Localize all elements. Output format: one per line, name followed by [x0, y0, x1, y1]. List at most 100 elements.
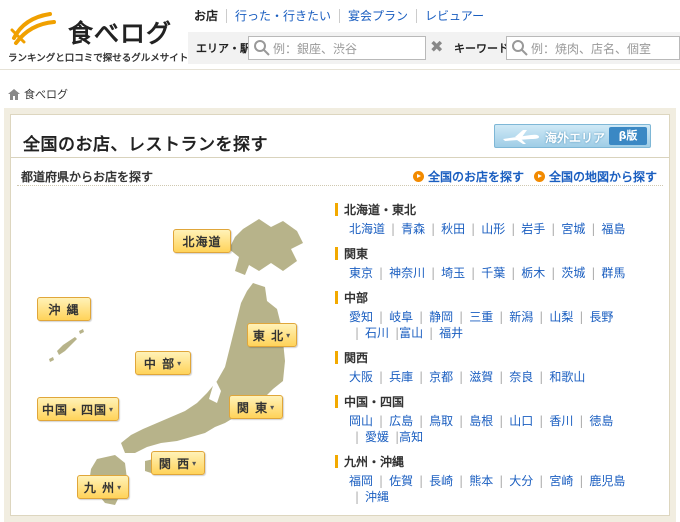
pref-link[interactable]: 沖縄: [349, 489, 389, 505]
page-title: 全国のお店、レストランを探す: [23, 135, 268, 155]
pref-link[interactable]: 奈良: [493, 369, 533, 385]
pref-link[interactable]: 福岡: [349, 473, 373, 489]
pref-link[interactable]: 東京: [349, 265, 373, 281]
pref-link[interactable]: 三重: [453, 309, 493, 325]
pref-link[interactable]: 富山: [399, 325, 423, 341]
nav-item-banquet[interactable]: 宴会プラン: [339, 9, 416, 23]
site-header: 食べログ ランキングと口コミで探せるグルメサイト お店 行った・行きたい 宴会プ…: [0, 0, 680, 70]
pref-link[interactable]: 香川: [533, 413, 573, 429]
prefecture-links: 大阪 兵庫 京都 滋賀 奈良 和歌山: [349, 369, 649, 385]
pref-link[interactable]: 大分: [493, 473, 533, 489]
pref-link[interactable]: 北海道: [349, 221, 385, 237]
pref-link[interactable]: 宮城: [545, 221, 585, 237]
prefecture-search-heading: 都道府県からお店を探す: [21, 170, 154, 184]
pref-link[interactable]: 宮崎: [533, 473, 573, 489]
prefecture-links: 福岡 佐賀 長崎 熊本 大分 宮崎 鹿児島 沖縄: [349, 473, 649, 505]
pref-link[interactable]: 京都: [413, 369, 453, 385]
national-map-link-label: 全国の地図から探す: [548, 170, 657, 184]
pref-link[interactable]: 鹿児島: [573, 473, 625, 489]
pref-link[interactable]: 秋田: [425, 221, 465, 237]
pref-link[interactable]: 栃木: [505, 265, 545, 281]
region-hokkaido-tohoku: 北海道・東北 北海道 青森 秋田 山形 岩手 宮城 福島: [335, 201, 655, 237]
top-nav: お店 行った・行きたい 宴会プラン レビュアー: [186, 6, 492, 26]
pref-link[interactable]: 愛知: [349, 309, 373, 325]
search-icon: [512, 40, 528, 56]
pref-link[interactable]: 新潟: [493, 309, 533, 325]
pref-link[interactable]: 兵庫: [373, 369, 413, 385]
pref-link[interactable]: 熊本: [453, 473, 493, 489]
map-button-chugoku-shikoku[interactable]: 中国・四国 ▾: [37, 397, 119, 421]
pref-link[interactable]: 島根: [453, 413, 493, 429]
breadcrumb-home[interactable]: 食べログ: [24, 86, 68, 102]
pref-link[interactable]: 岩手: [505, 221, 545, 237]
overseas-area-label: 海外エリア: [545, 131, 606, 145]
region-heading-label: 関東: [344, 246, 369, 261]
pref-link[interactable]: 福島: [585, 221, 625, 237]
nav-item-visited[interactable]: 行った・行きたい: [226, 9, 339, 23]
map-button-kyushu[interactable]: 九 州 ▾: [77, 475, 129, 499]
map-button-hokkaido[interactable]: 北海道: [173, 229, 231, 253]
map-button-hokkaido-label: 北海道: [182, 234, 222, 249]
area-label: エリア・駅: [196, 42, 251, 55]
pref-link[interactable]: 佐賀: [373, 473, 413, 489]
area-input[interactable]: 例：銀座、渋谷: [248, 36, 426, 60]
keyword-input[interactable]: 例：焼肉、店名、個室: [506, 36, 680, 60]
pref-link[interactable]: 山形: [465, 221, 505, 237]
heading-bar: [335, 290, 338, 304]
logo-text: 食べログ: [68, 19, 173, 48]
map-button-okinawa-label: 沖 縄: [48, 302, 80, 317]
all-shops-link[interactable]: 全国のお店を探す: [412, 168, 524, 185]
map-button-chubu[interactable]: 中 部 ▾: [135, 351, 191, 375]
panel-body: 全国のお店、レストランを探す 海外エリア β版 都道府県からお店を探す 全国のお…: [10, 114, 670, 516]
pref-link[interactable]: 千葉: [465, 265, 505, 281]
region-heading-label: 関西: [344, 350, 369, 365]
national-map-link[interactable]: 全国の地図から探す: [533, 168, 657, 185]
arrow-circle-icon: [412, 171, 424, 182]
chevron-down-icon: ▾: [117, 482, 123, 492]
pref-link[interactable]: 大阪: [349, 369, 373, 385]
pref-link[interactable]: 静岡: [413, 309, 453, 325]
nav-item-shops[interactable]: お店: [186, 9, 226, 23]
pref-link[interactable]: 石川: [349, 325, 399, 341]
pref-link[interactable]: 愛媛: [349, 429, 399, 445]
region-chubu: 中部 愛知 岐阜 静岡 三重 新潟 山梨 長野 石川 富山 福井: [335, 289, 655, 341]
region-kyushu-okinawa: 九州・沖縄 福岡 佐賀 長崎 熊本 大分 宮崎 鹿児島 沖縄: [335, 453, 655, 505]
pref-link[interactable]: 長崎: [413, 473, 453, 489]
map-button-kansai[interactable]: 関 西 ▾: [151, 451, 205, 475]
site-logo[interactable]: 食べログ ランキングと口コミで探せるグルメサイト: [8, 8, 188, 64]
pref-link[interactable]: 滋賀: [453, 369, 493, 385]
chopsticks-logo-icon: [10, 12, 56, 45]
airplane-icon: [503, 130, 539, 144]
map-button-tohoku[interactable]: 東 北 ▾: [247, 323, 297, 347]
overseas-area-button[interactable]: 海外エリア β版: [494, 124, 651, 148]
pref-link[interactable]: 鳥取: [413, 413, 453, 429]
pref-link[interactable]: 岐阜: [373, 309, 413, 325]
pref-link[interactable]: 福井: [423, 325, 463, 341]
pref-link[interactable]: 和歌山: [533, 369, 585, 385]
pref-link[interactable]: 茨城: [545, 265, 585, 281]
prefecture-links: 北海道 青森 秋田 山形 岩手 宮城 福島: [349, 221, 649, 237]
pref-link[interactable]: 高知: [399, 429, 423, 445]
map-button-kanto[interactable]: 関 東 ▾: [229, 395, 283, 419]
pref-link[interactable]: 徳島: [573, 413, 613, 429]
pref-link[interactable]: 神奈川: [373, 265, 425, 281]
pref-link[interactable]: 広島: [373, 413, 413, 429]
map-button-chubu-label: 中 部: [143, 356, 176, 371]
nav-item-reviewers[interactable]: レビュアー: [416, 9, 492, 23]
keyword-label: キーワード: [454, 42, 509, 55]
map-button-kyushu-label: 九 州: [83, 480, 116, 495]
pref-link[interactable]: 青森: [385, 221, 425, 237]
pref-link[interactable]: 埼玉: [425, 265, 465, 281]
arrow-circle-icon: [533, 171, 545, 182]
pref-link[interactable]: 岡山: [349, 413, 373, 429]
pref-link[interactable]: 山梨: [533, 309, 573, 325]
pref-link[interactable]: 群馬: [585, 265, 625, 281]
search-bar: エリア・駅 例：銀座、渋谷 ✖ キーワード 例：焼肉、店名、個室: [188, 32, 680, 64]
region-heading: 北海道・東北: [335, 201, 655, 217]
clear-area-icon[interactable]: ✖: [430, 37, 443, 56]
chevron-down-icon: ▾: [286, 330, 292, 340]
pref-link[interactable]: 山口: [493, 413, 533, 429]
map-button-okinawa[interactable]: 沖 縄: [37, 297, 91, 321]
pref-link[interactable]: 長野: [573, 309, 613, 325]
region-heading: 中部: [335, 289, 655, 305]
